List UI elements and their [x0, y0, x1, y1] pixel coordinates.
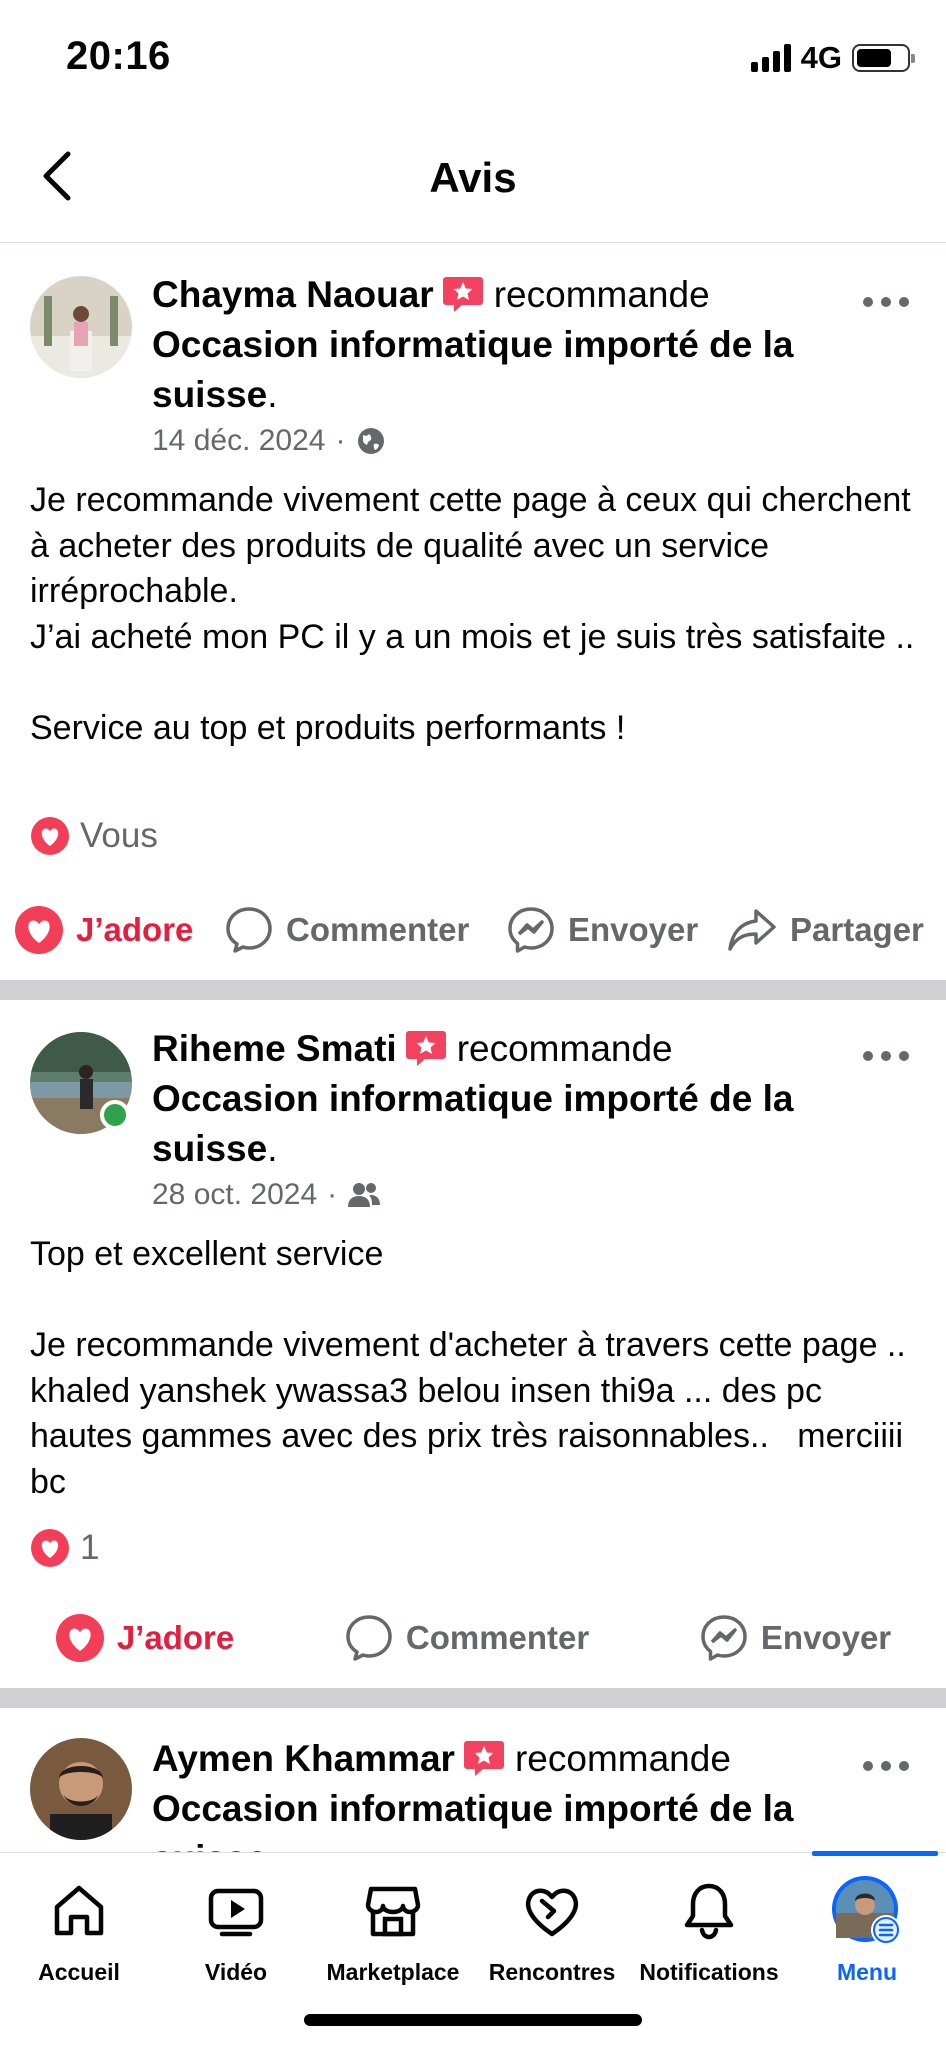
tab-label: Marketplace [326, 1959, 460, 1985]
post-meta: 28 oct. 2024 · [152, 1178, 381, 1212]
tab-label: Vidéo [204, 1959, 268, 1985]
post-header: Chayma Naouar recommande Occasion informa… [152, 274, 794, 415]
recommend-star-icon [442, 277, 483, 312]
love-button[interactable]: J’adore [55, 1613, 234, 1663]
battery-icon [852, 44, 915, 72]
more-options-icon[interactable] [860, 290, 912, 314]
page-name[interactable]: Occasion informatique importé de la suis… [152, 1078, 793, 1169]
send-button[interactable]: Envoyer [506, 905, 726, 955]
avatar[interactable] [30, 1738, 132, 1840]
post-actions: J’adore Commenter Envoyer Partager [0, 890, 946, 970]
post-header: Aymen Khammar recommande Occasion informa… [152, 1734, 836, 1852]
tab-rencontres[interactable]: Rencontres [473, 1853, 631, 1993]
post-separator [0, 1688, 946, 1708]
share-label: Partager [790, 911, 924, 948]
tab-notifications[interactable]: Notifications [630, 1853, 788, 1993]
tab-label: Notifications [639, 1959, 779, 1985]
recommend-star-icon [463, 1741, 504, 1776]
avatar[interactable] [30, 276, 132, 378]
video-icon [208, 1888, 264, 1937]
share-icon [728, 909, 776, 951]
comment-label: Commenter [405, 1619, 590, 1656]
more-options-icon[interactable] [860, 1044, 912, 1068]
network-label: 4G [800, 40, 842, 75]
review-post: Chayma Naouar recommande Occasion informa… [0, 244, 946, 980]
post-meta: 14 déc. 2024 · [152, 424, 387, 458]
recommend-label: recommande [456, 1028, 673, 1069]
page-title: Avis [429, 154, 517, 201]
online-status-indicator [100, 1100, 130, 1130]
tab-video[interactable]: Vidéo [157, 1853, 315, 1993]
post-date[interactable]: 14 déc. 2024 [152, 424, 325, 458]
page-name[interactable]: Occasion informatique importé de la suis… [152, 324, 793, 415]
love-label: J’adore [76, 911, 194, 948]
comment-label: Commenter [286, 911, 470, 948]
love-reaction-icon [31, 1529, 69, 1567]
tab-accueil[interactable]: Accueil [0, 1853, 158, 1993]
signal-icon [750, 44, 791, 72]
globe-icon [358, 428, 385, 454]
tab-label: Menu [836, 1959, 898, 1985]
status-indicators: 4G [750, 40, 915, 76]
reaction-count: 1 [80, 1528, 100, 1567]
comment-icon [346, 1615, 392, 1661]
friends-icon [348, 1183, 381, 1207]
home-indicator [304, 2014, 642, 2026]
review-post: Riheme Smati recommande Occasion informat… [0, 1000, 946, 1688]
love-label: J’adore [116, 1619, 235, 1656]
recommend-label: recommande [514, 1738, 731, 1779]
review-post: Aymen Khammar recommande Occasion informa… [0, 1708, 946, 1852]
reaction-count: Vous [80, 816, 158, 855]
home-icon [54, 1885, 104, 1936]
post-body: Top et excellent service Je recommande v… [30, 1235, 906, 1501]
marketplace-icon [365, 1886, 421, 1937]
meta-dot: · [335, 424, 346, 457]
recommend-label: recommande [493, 274, 710, 315]
send-button[interactable]: Envoyer [699, 1613, 891, 1663]
share-button[interactable]: Partager [726, 905, 924, 955]
tab-marketplace[interactable]: Marketplace [314, 1853, 472, 1993]
send-label: Envoyer [760, 1619, 892, 1656]
status-time: 20:16 [66, 34, 171, 78]
send-label: Envoyer [568, 911, 699, 948]
love-button[interactable]: J’adore [14, 905, 224, 955]
love-icon [15, 906, 63, 954]
tab-label: Rencontres [488, 1959, 616, 1985]
messenger-icon [508, 907, 554, 953]
post-body: Je recommande vivement cette page à ceux… [30, 481, 915, 747]
status-bar: 20:16 4G [0, 0, 946, 118]
reaction-summary[interactable]: 1 [30, 1528, 99, 1568]
dating-heart-icon [525, 1888, 579, 1937]
post-actions: J’adore Commenter Envoyer [0, 1598, 946, 1678]
author-name[interactable]: Chayma Naouar [152, 274, 434, 315]
comment-icon [226, 907, 272, 953]
post-date[interactable]: 28 oct. 2024 [152, 1178, 317, 1212]
page-header: Avis [0, 118, 946, 243]
love-reaction-icon [31, 817, 69, 855]
recommend-star-icon [405, 1031, 446, 1066]
messenger-icon [701, 1615, 747, 1661]
profile-avatar-menu-icon [832, 1876, 901, 1945]
author-name[interactable]: Riheme Smati [152, 1028, 397, 1069]
tab-menu[interactable]: Menu [788, 1851, 946, 1993]
bell-icon [684, 1883, 734, 1940]
meta-dot: · [327, 1178, 338, 1211]
reaction-summary[interactable]: Vous [30, 816, 158, 856]
post-separator [0, 980, 946, 1000]
post-header: Riheme Smati recommande Occasion informat… [152, 1028, 794, 1169]
tab-label: Accueil [38, 1959, 120, 1985]
author-name[interactable]: Aymen Khammar [152, 1738, 455, 1779]
comment-button[interactable]: Commenter [344, 1613, 589, 1663]
page-name[interactable]: Occasion informatique importé de la suis… [152, 1788, 793, 1852]
love-icon [55, 1614, 104, 1662]
comment-button[interactable]: Commenter [224, 905, 506, 955]
more-options-icon[interactable] [860, 1754, 912, 1778]
